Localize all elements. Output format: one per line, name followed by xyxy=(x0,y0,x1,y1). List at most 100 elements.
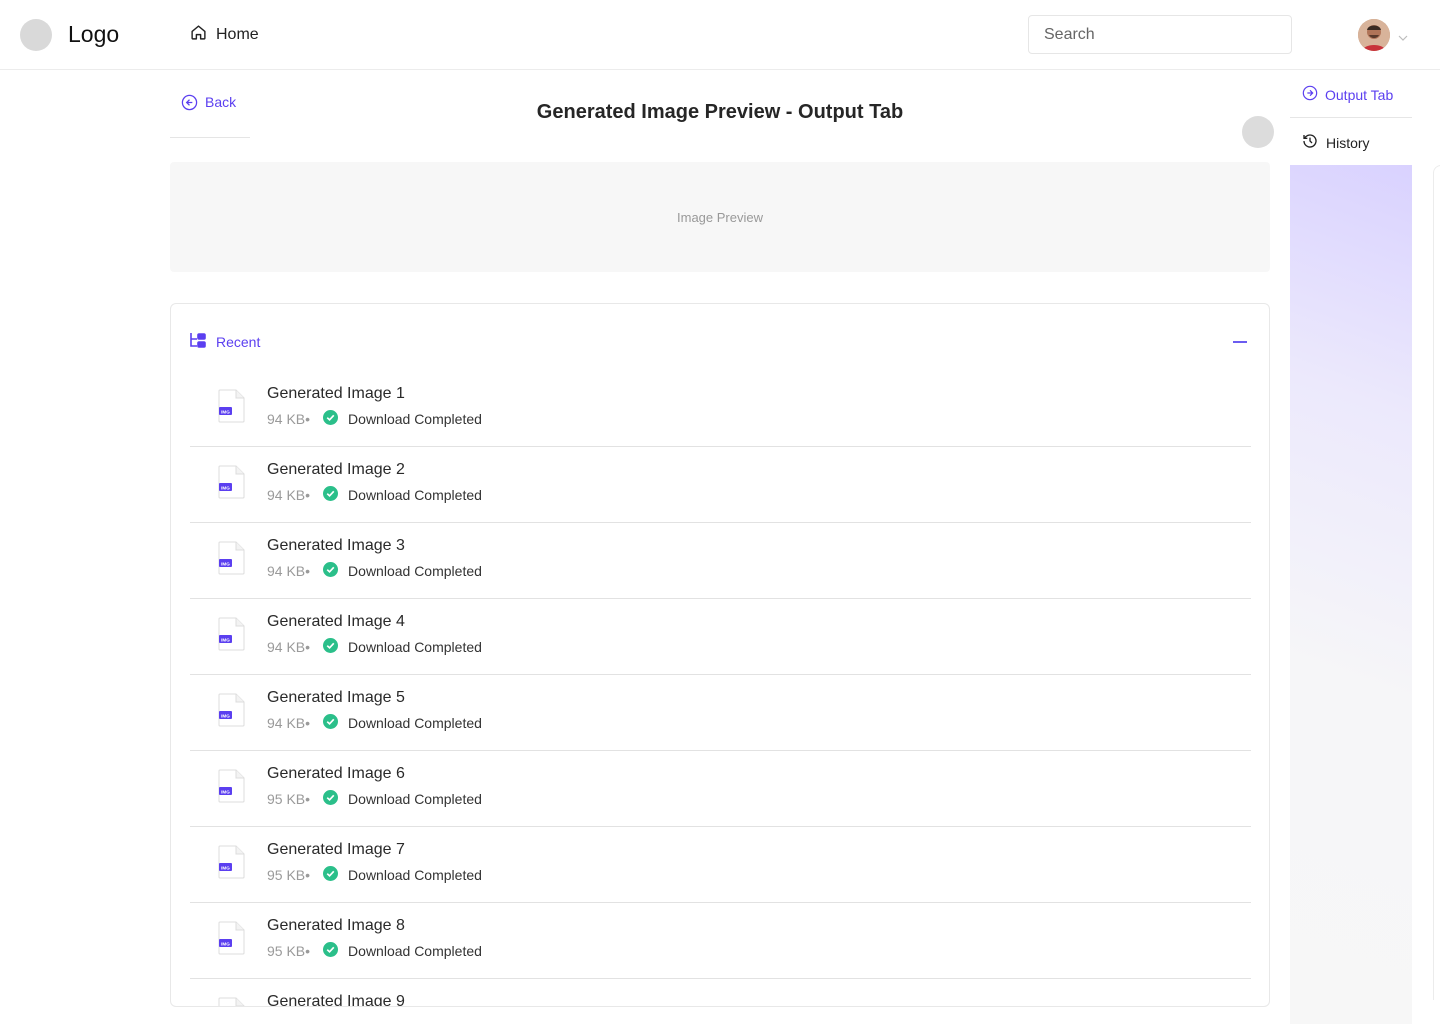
check-circle-icon xyxy=(323,866,339,884)
list-item[interactable]: IMG Generated Image 2 94 KB • Download Compl… xyxy=(190,447,1251,523)
download-status: Download Completed xyxy=(348,639,482,655)
check-circle-icon xyxy=(323,638,339,656)
recent-label: Recent xyxy=(216,333,261,350)
separator-dot: • xyxy=(305,943,311,959)
download-status: Download Completed xyxy=(348,867,482,883)
list-item[interactable]: IMG Generated Image 5 94 KB • Download Compl… xyxy=(190,675,1251,751)
floating-action-button[interactable] xyxy=(1242,116,1274,148)
list-item-title: Generated Image 8 xyxy=(267,917,405,934)
list-item[interactable]: IMG Generated Image 8 95 KB • Download Compl… xyxy=(190,903,1251,979)
nav-home-link[interactable]: Home xyxy=(190,24,259,46)
history-icon xyxy=(1302,133,1318,152)
back-button[interactable]: Back xyxy=(170,94,250,138)
list-item-meta: 95 KB • Download Completed xyxy=(267,866,482,884)
file-badge-text: IMG xyxy=(221,409,230,414)
tab-output-label: Output Tab xyxy=(1325,86,1394,103)
image-preview-label: Image Preview xyxy=(677,209,763,225)
file-size: 94 KB xyxy=(267,715,306,731)
list-item-title: Generated Image 3 xyxy=(267,537,405,554)
list-item-meta: 94 KB • Download Completed xyxy=(267,410,482,428)
image-file-icon: IMG xyxy=(218,541,246,580)
image-file-icon: IMG xyxy=(218,617,246,656)
separator-dot: • xyxy=(305,867,311,883)
panel-edge xyxy=(1433,165,1440,1000)
file-badge-text: IMG xyxy=(221,485,230,490)
separator-dot: • xyxy=(305,639,311,655)
image-preview: Image Preview xyxy=(170,162,1270,272)
file-badge-text: IMG xyxy=(221,789,230,794)
image-file-icon: IMG xyxy=(218,465,246,504)
tab-history[interactable]: History xyxy=(1302,133,1370,152)
image-file-icon: IMG xyxy=(218,921,246,960)
list-item-meta: 95 KB • Download Completed xyxy=(267,790,482,808)
top-bar: Logo Home xyxy=(0,0,1440,70)
image-file-icon: IMG xyxy=(218,693,246,732)
check-circle-icon xyxy=(323,410,339,428)
file-size: 94 KB xyxy=(267,487,306,503)
list-item[interactable]: IMG Generated Image 9 xyxy=(190,979,1251,1007)
logo-mark xyxy=(20,19,52,51)
list-item-title: Generated Image 9 xyxy=(267,993,405,1007)
list-item-meta: 94 KB • Download Completed xyxy=(267,714,482,732)
file-size: 94 KB xyxy=(267,563,306,579)
arrow-left-circle-icon xyxy=(181,94,198,114)
image-file-icon: IMG xyxy=(218,997,246,1006)
separator-dot: • xyxy=(305,411,311,427)
list-item-title: Generated Image 1 xyxy=(267,385,405,402)
check-circle-icon xyxy=(323,714,339,732)
list-item[interactable]: IMG Generated Image 6 95 KB • Download Compl… xyxy=(190,751,1251,827)
list-item-meta: 94 KB • Download Completed xyxy=(267,638,482,656)
separator-dot: • xyxy=(305,791,311,807)
home-icon xyxy=(190,24,207,46)
file-badge-text: IMG xyxy=(221,941,230,946)
tab-divider xyxy=(1290,117,1412,118)
list-item-title: Generated Image 4 xyxy=(267,613,405,630)
separator-dot: • xyxy=(305,715,311,731)
image-file-icon: IMG xyxy=(218,769,246,808)
separator-dot: • xyxy=(305,487,311,503)
logo-text: Logo xyxy=(68,21,120,47)
recent-panel: Recent IMG Generated Image 1 94 KB • Downloa… xyxy=(170,303,1270,1007)
back-label: Back xyxy=(205,94,237,110)
list-item[interactable]: IMG Generated Image 3 94 KB • Download Compl… xyxy=(190,523,1251,599)
chevron-down-icon[interactable] xyxy=(1398,30,1408,48)
download-status: Download Completed xyxy=(348,791,482,807)
recent-header[interactable]: Recent xyxy=(189,332,260,351)
file-size: 94 KB xyxy=(267,639,306,655)
file-badge-text: IMG xyxy=(221,713,230,718)
tab-output[interactable]: Output Tab xyxy=(1302,85,1393,104)
list-item-title: Generated Image 5 xyxy=(267,689,405,706)
file-size: 95 KB xyxy=(267,943,306,959)
list-item[interactable]: IMG Generated Image 1 94 KB • Download Compl… xyxy=(190,371,1251,447)
list-item-meta: 94 KB • Download Completed xyxy=(267,486,482,504)
download-status: Download Completed xyxy=(348,487,482,503)
search-input[interactable] xyxy=(1028,15,1292,54)
list-item-title: Generated Image 6 xyxy=(267,765,405,782)
file-badge-text: IMG xyxy=(221,637,230,642)
tab-history-label: History xyxy=(1326,134,1370,151)
download-status: Download Completed xyxy=(348,411,482,427)
download-status: Download Completed xyxy=(348,943,482,959)
check-circle-icon xyxy=(323,942,339,960)
avatar[interactable] xyxy=(1358,19,1390,51)
nav-home-label: Home xyxy=(216,26,259,43)
list-item-meta: 95 KB • Download Completed xyxy=(267,942,482,960)
list-item[interactable]: IMG Generated Image 4 94 KB • Download Compl… xyxy=(190,599,1251,675)
recent-list: IMG Generated Image 1 94 KB • Download Compl… xyxy=(190,371,1251,1007)
check-circle-icon xyxy=(323,486,339,504)
list-item[interactable]: IMG Generated Image 7 95 KB • Download Compl… xyxy=(190,827,1251,903)
check-circle-icon xyxy=(323,562,339,580)
download-status: Download Completed xyxy=(348,715,482,731)
list-item-meta: 94 KB • Download Completed xyxy=(267,562,482,580)
tree-folder-icon xyxy=(189,332,207,351)
arrow-right-circle-icon xyxy=(1302,85,1318,104)
download-status: Download Completed xyxy=(348,563,482,579)
list-item-title: Generated Image 2 xyxy=(267,461,405,478)
collapse-button[interactable] xyxy=(1233,341,1247,343)
list-item-title: Generated Image 7 xyxy=(267,841,405,858)
file-badge-text: IMG xyxy=(221,561,230,566)
file-size: 95 KB xyxy=(267,867,306,883)
file-size: 95 KB xyxy=(267,791,306,807)
check-circle-icon xyxy=(323,790,339,808)
page-title: Generated Image Preview - Output Tab xyxy=(536,101,904,123)
